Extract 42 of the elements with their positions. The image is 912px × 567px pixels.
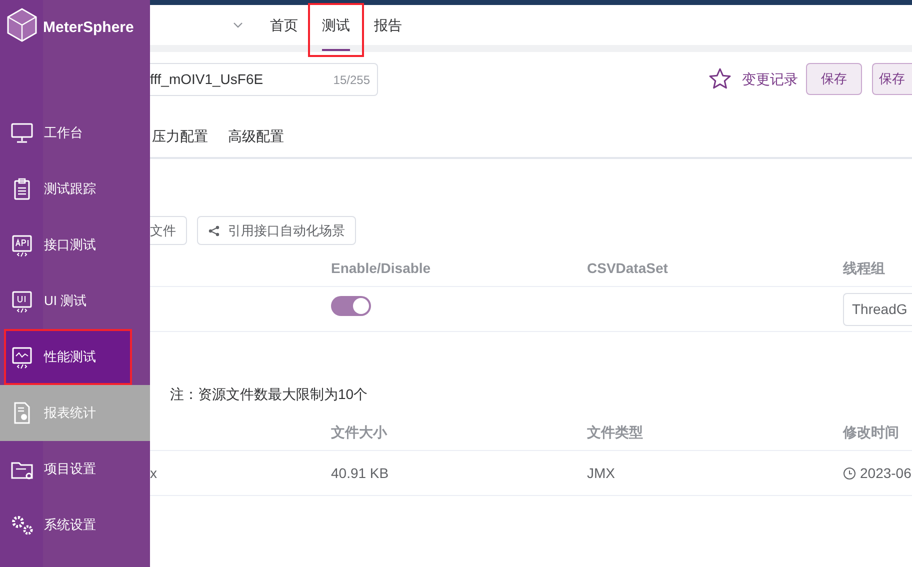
action-button[interactable]: 引用接口自动化场景 (197, 216, 356, 245)
column-header: Enable/Disable (331, 259, 432, 278)
column-header: 文件类型 (587, 423, 644, 442)
limit-note: 注：资源文件数最大限制为10个 (170, 385, 369, 404)
character-counter: 15/255 (333, 72, 370, 88)
share-icon (208, 224, 220, 236)
table-cell-text: 2023-06 (860, 464, 912, 482)
wave-window-icon (10, 345, 34, 369)
history-link[interactable]: 变更记录 (742, 68, 798, 90)
sidebar-item[interactable]: 项目设置 (0, 441, 150, 497)
nav-tab[interactable]: 首页 (258, 5, 310, 45)
config-tab[interactable]: 压力配置 (152, 116, 208, 157)
sidebar-item[interactable]: UI 测试 (0, 273, 150, 329)
column-header: 线程组 (843, 259, 886, 278)
star-icon[interactable] (708, 67, 732, 91)
nav-tab[interactable]: 测试 (310, 5, 362, 55)
nav-tab[interactable]: 报告 (362, 5, 414, 45)
sidebar-item[interactable]: 性能测试 (4, 329, 132, 385)
config-tab[interactable]: 高级配置 (228, 116, 284, 157)
column-header: CSVDataSet (587, 259, 669, 278)
ui-window-icon (10, 289, 34, 313)
clock-icon (843, 466, 856, 480)
load-jmx-button[interactable]: 文件 (150, 216, 187, 245)
sidebar-item[interactable]: 工作台 (0, 105, 150, 161)
table-cell: x (150, 464, 157, 480)
chevron-down-icon[interactable] (233, 22, 243, 28)
save-button[interactable]: 保存 (872, 63, 912, 95)
thread-group-select[interactable]: ThreadG (843, 292, 912, 326)
app-logo-text: MeterSphere (43, 18, 134, 38)
monitor-icon (10, 121, 34, 145)
sidebar-item[interactable]: 系统设置 (0, 497, 150, 553)
enable-toggle[interactable] (331, 296, 371, 316)
table-cell-text: JMX (587, 464, 616, 482)
column-header: 文件大小 (331, 423, 388, 442)
table-cell-text: 40.91 KB (331, 464, 390, 482)
column-header: 修改时间 (843, 423, 900, 442)
sidebar-item[interactable]: 测试跟踪 (0, 161, 150, 217)
cube-logo-icon (7, 8, 37, 42)
save-button[interactable]: 保存 (806, 63, 862, 95)
gears-icon (10, 513, 34, 537)
sidebar-item[interactable]: 接口测试 (0, 217, 150, 273)
api-window-icon (10, 233, 34, 257)
